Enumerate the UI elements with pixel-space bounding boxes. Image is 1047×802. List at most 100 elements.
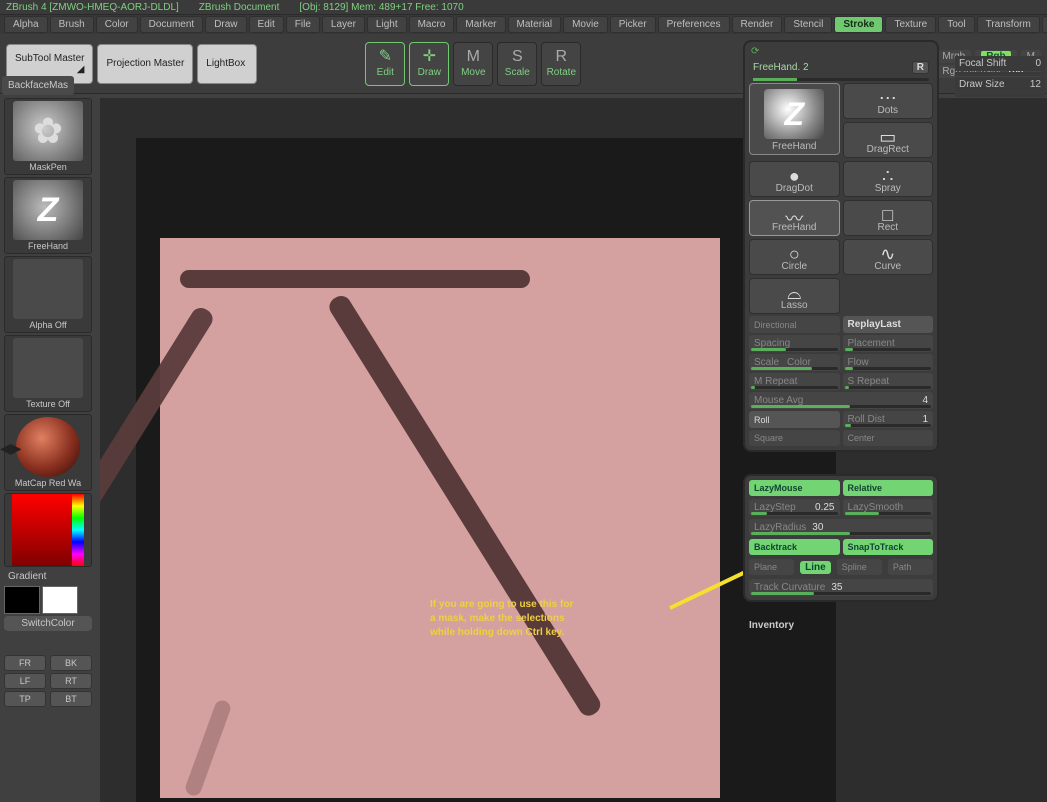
backtrack-toggle[interactable]: Backtrack — [749, 539, 840, 555]
app-title: ZBrush 4 [ZMWO-HMEQ-AORJ-DLDL] — [6, 2, 179, 13]
track-curvature-slider[interactable]: Track Curvature35 — [749, 579, 933, 596]
scale-color-slider[interactable]: ScaleColor — [749, 354, 840, 371]
flow-slider[interactable]: Flow — [843, 354, 934, 371]
line-button[interactable]: Line — [800, 561, 831, 574]
menu-picker[interactable]: Picker — [610, 16, 656, 33]
focal-shift-slider[interactable]: Focal Shift0 — [955, 56, 1045, 71]
left-sidebar: ✿ MaskPen Z FreeHand Alpha Off Texture O… — [4, 98, 92, 707]
menu-draw[interactable]: Draw — [205, 16, 246, 33]
menu-edit[interactable]: Edit — [249, 16, 284, 33]
directional-toggle[interactable]: Directional — [749, 316, 840, 333]
lightbox-button[interactable]: LightBox — [197, 44, 257, 84]
spline-button[interactable]: Spline — [837, 559, 882, 575]
view-fr[interactable]: FR — [4, 655, 46, 671]
menu-stroke[interactable]: Stroke — [834, 16, 883, 33]
gradient-label[interactable]: Gradient — [4, 569, 92, 584]
spacing-slider[interactable]: Spacing — [749, 335, 840, 352]
brush-slot-maskpen[interactable]: ✿ MaskPen — [4, 98, 92, 175]
draw-size-slider[interactable]: Draw Size12 — [955, 77, 1045, 92]
swatch-white[interactable] — [42, 586, 78, 614]
menu-light[interactable]: Light — [367, 16, 407, 33]
cloud-icon: ✿ — [33, 110, 63, 152]
stroke-type-freehand[interactable]: 〰FreeHand — [749, 200, 840, 236]
s-repeat-slider[interactable]: S Repeat — [843, 373, 934, 390]
menu-tool[interactable]: Tool — [938, 16, 974, 33]
projection-master-button[interactable]: Projection Master — [97, 44, 193, 84]
menu-bar: AlphaBrushColorDocumentDrawEditFileLayer… — [0, 14, 1047, 34]
view-lf[interactable]: LF — [4, 673, 46, 689]
menu-stencil[interactable]: Stencil — [784, 16, 832, 33]
right-sliders: Focal Shift0 Draw Size12 — [955, 56, 1045, 98]
stroke-slot-freehand[interactable]: Z FreeHand — [4, 177, 92, 254]
roll-toggle[interactable]: Roll — [749, 411, 840, 428]
r-button[interactable]: R — [912, 61, 929, 74]
view-bk[interactable]: BK — [50, 655, 92, 671]
menu-texture[interactable]: Texture — [885, 16, 936, 33]
menu-movie[interactable]: Movie — [563, 16, 608, 33]
stroke-type-rect[interactable]: □Rect — [843, 200, 934, 236]
stats: [Obj: 8129] Mem: 489+17 Free: 1070 — [299, 2, 463, 13]
stroke-panel: ⟳ FreeHand. 2 R FreeHand⋯Dots▭DragRect●D… — [743, 40, 939, 452]
center-toggle[interactable]: Center — [843, 430, 934, 446]
menu-material[interactable]: Material — [508, 16, 562, 33]
m-repeat-slider[interactable]: M Repeat — [749, 373, 840, 390]
alpha-slot[interactable]: Alpha Off — [4, 256, 92, 333]
stroke-type-dragrect[interactable]: ▭DragRect — [843, 122, 934, 158]
relative-toggle[interactable]: Relative — [843, 480, 934, 496]
menu-document[interactable]: Document — [140, 16, 204, 33]
inventory-label[interactable]: Inventory — [743, 614, 939, 637]
menu-preferences[interactable]: Preferences — [658, 16, 730, 33]
placement-slider[interactable]: Placement — [843, 335, 934, 352]
view-bt[interactable]: BT — [50, 691, 92, 707]
stroke-type-dragdot[interactable]: ●DragDot — [749, 161, 840, 197]
stroke-type-circle[interactable]: ○Circle — [749, 239, 840, 275]
menu-color[interactable]: Color — [96, 16, 138, 33]
menu-layer[interactable]: Layer — [322, 16, 365, 33]
stroke-type-lasso[interactable]: ⌓Lasso — [749, 278, 840, 314]
menu-render[interactable]: Render — [732, 16, 783, 33]
menu-brush[interactable]: Brush — [50, 16, 94, 33]
refresh-icon[interactable]: ⟳ — [749, 46, 933, 57]
lazystep-slider[interactable]: LazyStep0.25 — [749, 499, 840, 516]
texture-slot[interactable]: Texture Off — [4, 335, 92, 412]
scale-button[interactable]: SScale — [497, 42, 537, 86]
lazyradius-slider[interactable]: LazyRadius30 — [749, 519, 933, 536]
side-arrows-icon[interactable]: ◀▶ — [0, 440, 22, 457]
backface-mask-label[interactable]: BackfaceMas — [2, 76, 74, 95]
switch-color-button[interactable]: SwitchColor — [4, 616, 92, 631]
color-picker[interactable] — [4, 493, 92, 567]
mouse-avg-slider[interactable]: Mouse Avg4 — [749, 392, 933, 409]
draw-button[interactable]: ✛Draw — [409, 42, 449, 86]
doc-title: ZBrush Document — [199, 2, 280, 13]
rotate-button[interactable]: RRotate — [541, 42, 581, 86]
freehand-icon: Z — [38, 191, 59, 230]
edit-button[interactable]: ✎Edit — [365, 42, 405, 86]
view-tp[interactable]: TP — [4, 691, 46, 707]
roll-dist-slider[interactable]: Roll Dist1 — [843, 411, 934, 428]
plane-button[interactable]: Plane — [749, 559, 794, 575]
menu-alpha[interactable]: Alpha — [4, 16, 48, 33]
square-toggle[interactable]: Square — [749, 430, 840, 446]
menu-zoom[interactable]: Zoom — [1042, 16, 1047, 33]
lazymouse-toggle[interactable]: LazyMouse — [749, 480, 840, 496]
snap-to-track-toggle[interactable]: SnapToTrack — [843, 539, 934, 555]
stroke-type-dots[interactable]: ⋯Dots — [843, 83, 934, 119]
menu-macro[interactable]: Macro — [409, 16, 455, 33]
menu-marker[interactable]: Marker — [456, 16, 505, 33]
3d-object[interactable] — [160, 238, 720, 798]
menu-file[interactable]: File — [286, 16, 320, 33]
stroke-thumb[interactable]: FreeHand — [749, 83, 840, 155]
stroke-type-spray[interactable]: ∴Spray — [843, 161, 934, 197]
stroke-panel-title: FreeHand. 2 — [753, 62, 809, 73]
lazysmooth-slider[interactable]: LazySmooth — [843, 499, 934, 516]
replay-last-button[interactable]: ReplayLast — [843, 316, 934, 333]
path-button[interactable]: Path — [888, 559, 933, 575]
view-rt[interactable]: RT — [50, 673, 92, 689]
annotation-text: If you are going to use this for a mask,… — [430, 598, 573, 640]
menu-transform[interactable]: Transform — [977, 16, 1040, 33]
lazymouse-panel: LazyMouse Relative LazyStep0.25 LazySmoo… — [743, 474, 939, 602]
move-button[interactable]: MMove — [453, 42, 493, 86]
swatch-black[interactable] — [4, 586, 40, 614]
title-bar: ZBrush 4 [ZMWO-HMEQ-AORJ-DLDL] ZBrush Do… — [0, 0, 1047, 14]
stroke-type-curve[interactable]: ∿Curve — [843, 239, 934, 275]
